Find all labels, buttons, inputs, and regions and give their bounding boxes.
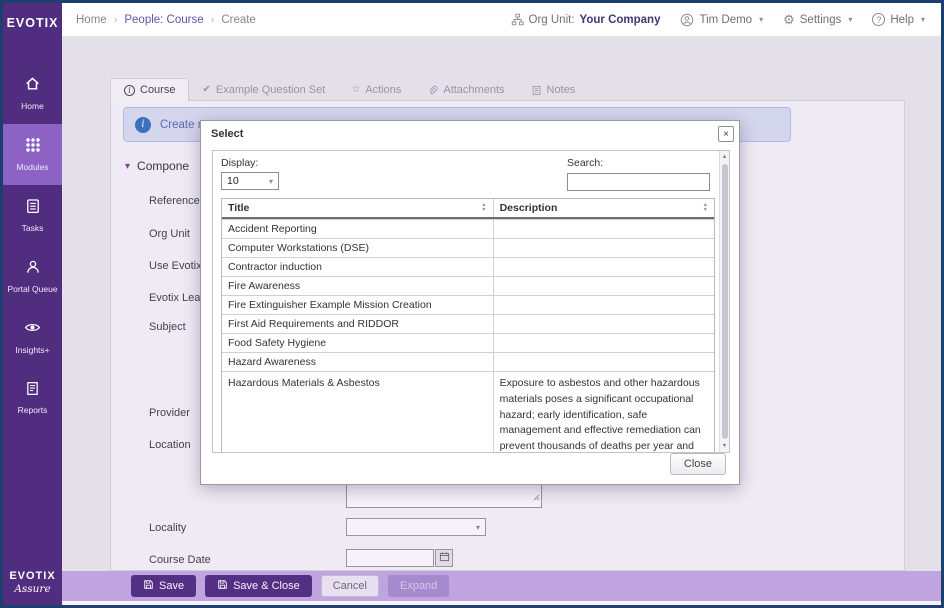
chevron-down-icon: ▾ bbox=[759, 15, 763, 24]
eye-icon bbox=[24, 319, 41, 341]
tasks-icon bbox=[25, 198, 41, 219]
breadcrumb-section[interactable]: People: Course bbox=[124, 14, 203, 26]
search-input[interactable] bbox=[567, 173, 710, 191]
home-icon bbox=[24, 75, 41, 97]
org-chart-icon bbox=[511, 13, 524, 26]
settings-menu[interactable]: ⚙ Settings ▾ bbox=[783, 13, 852, 26]
org-unit-value: Your Company bbox=[580, 14, 661, 26]
sidebar-item-portal-queue[interactable]: Portal Queue bbox=[3, 246, 62, 307]
help-menu[interactable]: ? Help ▾ bbox=[872, 13, 925, 26]
dialog-body: Display: 10 ▾ Search: Title ▲▼ bbox=[212, 150, 730, 453]
row-title: Hazard Awareness bbox=[222, 353, 493, 371]
row-title: Computer Workstations (DSE) bbox=[222, 239, 493, 257]
scrollbar-thumb[interactable] bbox=[722, 164, 728, 439]
modules-icon bbox=[25, 137, 41, 158]
chevron-down-icon: ▾ bbox=[921, 15, 925, 24]
settings-label: Settings bbox=[800, 14, 842, 26]
help-icon: ? bbox=[872, 13, 885, 26]
search-block: Search: bbox=[567, 157, 710, 191]
table-row[interactable]: Fire Awareness bbox=[222, 276, 714, 295]
table-row[interactable]: First Aid Requirements and RIDDOR bbox=[222, 314, 714, 333]
user-icon bbox=[680, 13, 694, 27]
dialog-title: Select bbox=[211, 128, 243, 140]
table-row[interactable]: Food Safety Hygiene bbox=[222, 333, 714, 352]
table-row[interactable]: Accident Reporting bbox=[222, 219, 714, 238]
breadcrumb-home[interactable]: Home bbox=[76, 14, 107, 26]
close-button[interactable]: Close bbox=[670, 453, 726, 475]
sort-icon: ▲▼ bbox=[481, 203, 486, 212]
column-header-title[interactable]: Title ▲▼ bbox=[222, 199, 493, 217]
close-icon[interactable]: × bbox=[718, 126, 734, 142]
table-row[interactable]: Hazardous Materials & Asbestos Exposure … bbox=[222, 371, 714, 453]
sidebar-item-label: Modules bbox=[14, 162, 50, 173]
row-description bbox=[493, 315, 714, 333]
table-row[interactable]: Fire Extinguisher Example Mission Creati… bbox=[222, 295, 714, 314]
dialog-content: Display: 10 ▾ Search: Title ▲▼ bbox=[213, 151, 719, 452]
table-row[interactable]: Computer Workstations (DSE) bbox=[222, 238, 714, 257]
help-label: Help bbox=[890, 14, 914, 26]
user-name: Tim Demo bbox=[699, 14, 752, 26]
sidebar-item-label: Tasks bbox=[20, 223, 46, 234]
breadcrumb-separator-icon: › bbox=[114, 14, 118, 26]
sidebar-nav: Home Modules Tasks Portal Queue bbox=[3, 63, 62, 429]
table-row[interactable]: Hazard Awareness bbox=[222, 352, 714, 371]
gear-icon: ⚙ bbox=[783, 13, 795, 26]
search-label: Search: bbox=[567, 157, 710, 169]
org-unit-menu[interactable]: Org Unit: Your Company bbox=[511, 13, 661, 26]
sidebar-item-label: Home bbox=[19, 101, 46, 112]
table-row[interactable]: Contractor induction bbox=[222, 257, 714, 276]
row-description bbox=[493, 353, 714, 371]
sidebar-item-reports[interactable]: Reports bbox=[3, 368, 62, 429]
row-description bbox=[493, 239, 714, 257]
sort-icon: ▲▼ bbox=[703, 203, 708, 212]
row-title: Contractor induction bbox=[222, 258, 493, 276]
row-title: Fire Extinguisher Example Mission Creati… bbox=[222, 296, 493, 314]
sidebar-item-insights[interactable]: Insights+ bbox=[3, 307, 62, 368]
scroll-down-icon[interactable]: ▼ bbox=[720, 443, 729, 449]
row-description bbox=[493, 220, 714, 238]
sidebar-item-tasks[interactable]: Tasks bbox=[3, 185, 62, 246]
column-label: Description bbox=[500, 202, 558, 214]
row-title: Fire Awareness bbox=[222, 277, 493, 295]
table-header-row: Title ▲▼ Description ▲▼ bbox=[222, 199, 714, 219]
chevron-down-icon: ▾ bbox=[269, 177, 273, 186]
user-menu[interactable]: Tim Demo ▾ bbox=[680, 13, 763, 27]
column-label: Title bbox=[228, 202, 249, 214]
scrollbar[interactable]: ▲ ▼ bbox=[719, 151, 729, 452]
row-title: First Aid Requirements and RIDDOR bbox=[222, 315, 493, 333]
select-dialog: Select × Display: 10 ▾ Search: Title bbox=[200, 120, 740, 485]
sidebar-item-home[interactable]: Home bbox=[3, 63, 62, 124]
row-description bbox=[493, 258, 714, 276]
breadcrumb-separator-icon: › bbox=[211, 14, 215, 26]
sidebar-item-label: Insights+ bbox=[13, 345, 51, 356]
sidebar-item-modules[interactable]: Modules bbox=[3, 124, 62, 185]
app-window: EVOTIX Home Modules Tasks bbox=[0, 0, 944, 608]
org-unit-label: Org Unit: bbox=[529, 14, 575, 26]
row-title: Accident Reporting bbox=[222, 220, 493, 238]
chevron-down-icon: ▾ bbox=[848, 15, 852, 24]
display-count-select[interactable]: 10 ▾ bbox=[221, 172, 279, 190]
row-title: Hazardous Materials & Asbestos bbox=[222, 372, 493, 453]
results-table: Title ▲▼ Description ▲▼ bbox=[221, 198, 715, 453]
row-description bbox=[493, 334, 714, 352]
sidebar: EVOTIX Home Modules Tasks bbox=[3, 3, 62, 605]
top-header: Home › People: Course › Create Org Unit:… bbox=[62, 3, 941, 37]
row-description bbox=[493, 277, 714, 295]
breadcrumb-current: Create bbox=[221, 14, 256, 26]
person-icon bbox=[25, 259, 41, 280]
sidebar-item-label: Portal Queue bbox=[5, 284, 59, 295]
display-count-value: 10 bbox=[227, 175, 239, 187]
row-title: Food Safety Hygiene bbox=[222, 334, 493, 352]
row-description: Exposure to asbestos and other hazardous… bbox=[493, 372, 714, 453]
document-icon bbox=[25, 381, 40, 401]
column-header-description[interactable]: Description ▲▼ bbox=[493, 199, 714, 217]
scroll-up-icon[interactable]: ▲ bbox=[720, 154, 729, 160]
sidebar-item-label: Reports bbox=[16, 405, 50, 416]
brand-assure-logo: EVOTIX Assure bbox=[3, 570, 62, 595]
row-description bbox=[493, 296, 714, 314]
brand-logo: EVOTIX bbox=[3, 3, 62, 30]
